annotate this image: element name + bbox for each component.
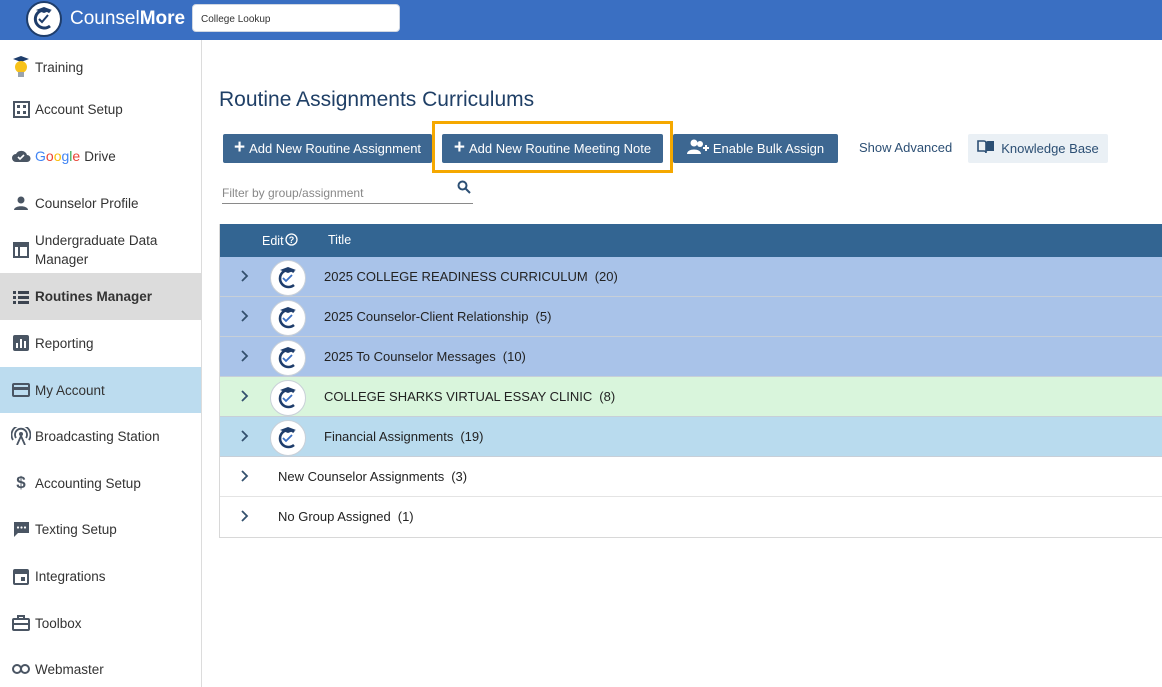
toolbox-icon <box>11 613 31 633</box>
link-icon <box>11 659 31 679</box>
table-icon <box>11 240 31 260</box>
row-title: 2025 Counselor-Client Relationship (5) <box>324 309 552 324</box>
top-bar: CounselMore College Lookup <box>0 0 1162 40</box>
lightbulb-icon <box>11 56 31 77</box>
sidebar-item-broadcasting-station[interactable]: Broadcasting Station <box>0 423 201 449</box>
highlight-frame <box>432 121 673 173</box>
list-icon <box>11 287 31 307</box>
title-column-header: Title <box>328 233 352 247</box>
sidebar-item-training[interactable]: Training <box>0 50 201 84</box>
sidebar: Training Account Setup Google Drive Coun… <box>0 40 202 687</box>
filter-input[interactable]: Filter by group/assignment <box>222 180 473 204</box>
chevron-right-icon[interactable] <box>240 310 249 325</box>
row-title: New Counselor Assignments (3) <box>278 469 468 484</box>
group-logo-icon <box>270 260 306 296</box>
table-row[interactable]: 2025 To Counselor Messages (10) <box>220 337 1162 377</box>
row-title: COLLEGE SHARKS VIRTUAL ESSAY CLINIC (8) <box>324 389 616 404</box>
logo-icon[interactable] <box>26 1 62 37</box>
dollar-icon: $ <box>16 473 26 492</box>
row-title: No Group Assigned (1) <box>278 509 414 524</box>
building-icon <box>11 99 31 119</box>
chevron-right-icon[interactable] <box>240 390 249 405</box>
add-routine-assignment-button[interactable]: + Add New Routine Assignment <box>223 134 432 163</box>
group-logo-icon <box>270 420 306 456</box>
chart-icon <box>11 333 31 353</box>
edit-column-header: Edit ? <box>262 233 298 249</box>
row-title: Financial Assignments (19) <box>324 429 484 444</box>
table-row[interactable]: No Group Assigned (1) <box>220 497 1162 537</box>
group-logo-icon <box>270 380 306 416</box>
table-row[interactable]: Financial Assignments (19) <box>220 417 1162 457</box>
person-icon <box>11 193 31 213</box>
brand-name[interactable]: CounselMore <box>70 8 185 30</box>
chevron-right-icon[interactable] <box>240 430 249 445</box>
knowledge-base-button[interactable]: Knowledge Base <box>968 134 1108 163</box>
enable-bulk-assign-button[interactable]: Enable Bulk Assign <box>673 134 838 163</box>
row-title: 2025 To Counselor Messages (10) <box>324 349 526 364</box>
chevron-right-icon[interactable] <box>240 350 249 365</box>
google-wordmark: Google <box>35 148 81 164</box>
search-icon[interactable] <box>457 180 471 197</box>
broadcast-icon <box>11 426 31 446</box>
add-users-icon <box>686 139 709 158</box>
sidebar-item-texting-setup[interactable]: Texting Setup <box>0 516 201 542</box>
sidebar-item-undergraduate-data-manager[interactable]: Undergraduate Data Manager <box>0 230 201 270</box>
table-row[interactable]: 2025 COLLEGE READINESS CURRICULUM (20) <box>220 257 1162 297</box>
chevron-right-icon[interactable] <box>240 510 249 525</box>
page-title: Routine Assignments Curriculums <box>219 88 535 111</box>
sidebar-item-my-account[interactable]: My Account <box>0 367 201 413</box>
chat-icon <box>11 519 31 539</box>
sidebar-item-reporting[interactable]: Reporting <box>0 330 201 356</box>
routines-table: Edit ? Title 2025 COLLEGE READINESS CURR… <box>219 224 1162 538</box>
table-row[interactable]: New Counselor Assignments (3) <box>220 457 1162 497</box>
chevron-right-icon[interactable] <box>240 270 249 285</box>
sidebar-item-webmaster[interactable]: Webmaster <box>0 656 201 682</box>
calendar-icon <box>11 566 31 586</box>
svg-text:?: ? <box>288 235 294 245</box>
table-row[interactable]: 2025 Counselor-Client Relationship (5) <box>220 297 1162 337</box>
sidebar-item-toolbox[interactable]: Toolbox <box>0 610 201 636</box>
sidebar-item-integrations[interactable]: Integrations <box>0 563 201 589</box>
table-header: Edit ? Title <box>220 224 1162 257</box>
college-lookup-input[interactable]: College Lookup <box>192 4 400 32</box>
sidebar-item-routines-manager[interactable]: Routines Manager <box>0 273 201 320</box>
sidebar-item-accounting-setup[interactable]: $ Accounting Setup <box>0 470 201 496</box>
chevron-right-icon[interactable] <box>240 470 249 485</box>
table-row[interactable]: COLLEGE SHARKS VIRTUAL ESSAY CLINIC (8) <box>220 377 1162 417</box>
row-title: 2025 COLLEGE READINESS CURRICULUM (20) <box>324 269 618 284</box>
cloud-icon <box>11 146 31 166</box>
plus-icon: + <box>233 137 246 158</box>
sidebar-item-account-setup[interactable]: Account Setup <box>0 96 201 122</box>
book-icon <box>977 140 995 157</box>
sidebar-item-google-drive[interactable]: Google Drive <box>0 143 201 169</box>
show-advanced-link[interactable]: Show Advanced <box>859 140 952 155</box>
sidebar-item-counselor-profile[interactable]: Counselor Profile <box>0 190 201 216</box>
group-logo-icon <box>270 340 306 376</box>
group-logo-icon <box>270 300 306 336</box>
help-icon[interactable]: ? <box>284 233 298 249</box>
card-icon <box>11 380 31 400</box>
